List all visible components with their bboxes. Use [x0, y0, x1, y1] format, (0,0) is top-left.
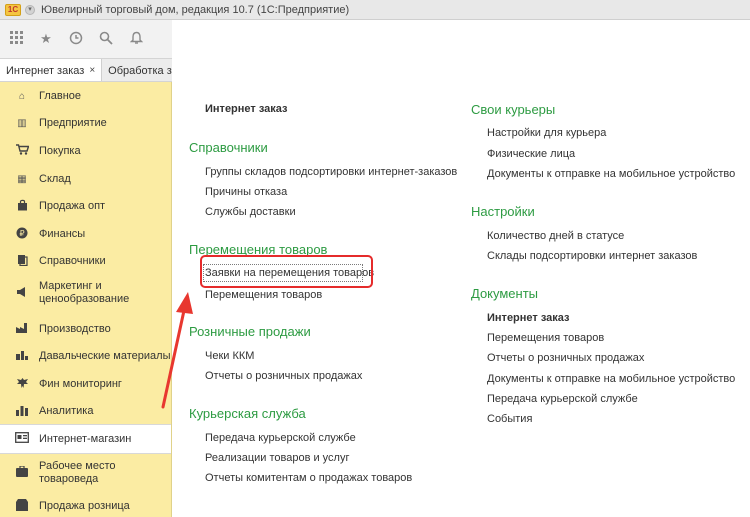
link-mobile-documents[interactable]: Документы к отправке на мобильное устрой… [487, 168, 735, 180]
link-restock-warehouses[interactable]: Склады подсортировки интернет заказов [487, 250, 697, 262]
section-title-settings: Настройки [471, 204, 535, 219]
sidebar-item-label: Главное [39, 89, 82, 102]
cart-icon [15, 144, 29, 158]
sidebar-item-main[interactable]: ⌂ Главное [0, 88, 171, 104]
link-doc-events[interactable]: События [487, 413, 532, 425]
bag-icon [15, 199, 29, 214]
sidebar-item-label: Продажа розница [39, 499, 130, 512]
link-days-in-status[interactable]: Количество дней в статусе [487, 230, 624, 242]
tab-label: Обработка за [108, 64, 172, 77]
apps-grid-icon[interactable] [8, 31, 24, 47]
building-icon: ▥ [17, 117, 27, 129]
sidebar-item-label: Маркетинг и ценообразование [39, 280, 130, 305]
sidebar-item-marketing[interactable]: Маркетинг и ценообразование [0, 278, 171, 308]
link-commission-reports[interactable]: Отчеты комитентам о продажах товаров [205, 472, 412, 484]
sidebar-item-label: Производство [39, 322, 111, 335]
sidebar-item-references[interactable]: Справочники [0, 253, 171, 269]
sidebar-item-workplace[interactable]: Рабочее место товароведа [0, 458, 171, 488]
sidebar-item-label: Фин мониторинг [39, 377, 122, 390]
sidebar-item-analytics[interactable]: Аналитика [0, 403, 171, 419]
tab-label: Интернет заказ [6, 64, 85, 77]
link-internet-order[interactable]: Интернет заказ [205, 103, 288, 115]
sidebar-item-label: Продажа опт [39, 199, 106, 212]
link-doc-retail-reports[interactable]: Отчеты о розничных продажах [487, 352, 644, 364]
link-kkm-receipts[interactable]: Чеки ККМ [205, 350, 254, 362]
sidebar-item-label: Финансы [39, 227, 86, 240]
sidebar-item-finance[interactable]: ₽ Финансы [0, 226, 171, 242]
tab-processing[interactable]: Обработка за [102, 59, 172, 81]
search-icon[interactable] [98, 31, 114, 48]
link-courier-settings[interactable]: Настройки для курьера [487, 127, 606, 139]
sidebar-item-retail[interactable]: Продажа розница [0, 498, 171, 514]
focus-outline [203, 264, 363, 282]
sidebar-item-enterprise[interactable]: ▥ Предприятие [0, 115, 171, 131]
sidebar-item-webshop[interactable]: Интернет-магазин [0, 424, 171, 454]
link-doc-mobile-documents[interactable]: Документы к отправке на мобильное устрой… [487, 373, 735, 385]
sidebar-item-label: Рабочее место товароведа [39, 460, 116, 485]
window-title: Ювелирный торговый дом, редакция 10.7 (1… [41, 3, 350, 16]
eagle-icon [15, 377, 29, 392]
sidebar-item-label: Склад [39, 172, 71, 185]
factory-icon [15, 322, 29, 337]
svg-text:₽: ₽ [19, 229, 24, 238]
sidebar-item-label: Давальческие материалы [39, 349, 171, 362]
marketing-icon [15, 286, 29, 301]
sidebar-item-wholesale[interactable]: Продажа опт [0, 198, 171, 214]
webshop-icon [15, 432, 29, 446]
link-courier-handover[interactable]: Передача курьерской службе [205, 432, 356, 444]
home-icon: ⌂ [18, 90, 26, 102]
sidebar-item-materials[interactable]: Давальческие материалы [0, 348, 171, 364]
link-goods-transfers[interactable]: Перемещения товаров [205, 289, 322, 301]
sidebar-item-label: Предприятие [39, 116, 107, 129]
link-doc-courier-handover[interactable]: Передача курьерской службе [487, 393, 638, 405]
section-title-retail: Розничные продажи [189, 324, 311, 339]
star-icon[interactable]: ★ [38, 31, 54, 47]
book-icon [15, 254, 29, 269]
materials-icon [15, 349, 29, 364]
history-icon[interactable] [68, 31, 84, 48]
link-doc-goods-transfers[interactable]: Перемещения товаров [487, 332, 604, 344]
link-doc-internet-order[interactable]: Интернет заказ [487, 312, 570, 324]
workplace-icon [15, 464, 29, 481]
chart-icon [15, 404, 29, 419]
sidebar-item-label: Покупка [39, 144, 81, 157]
sidebar-item-warehouse[interactable]: ▦ Склад [0, 171, 171, 187]
close-icon[interactable]: × [89, 65, 95, 76]
link-goods-services-sales[interactable]: Реализации товаров и услуг [205, 452, 349, 464]
section-title-own-couriers: Свои курьеры [471, 102, 556, 117]
open-windows-tabs: Интернет заказ × Обработка за [0, 58, 172, 82]
section-title-references: Справочники [189, 140, 268, 155]
app-logo: 1C [5, 3, 21, 16]
sidebar-item-purchase[interactable]: Покупка [0, 143, 171, 159]
sidebar-item-label: Справочники [39, 254, 106, 267]
link-refusal-reasons[interactable]: Причины отказа [205, 186, 287, 198]
main-menu-icon[interactable]: ▾ [25, 4, 35, 15]
section-title-documents: Документы [471, 286, 539, 301]
sidebar-item-production[interactable]: Производство [0, 321, 171, 337]
section-title-courier-service: Курьерская служба [189, 406, 306, 421]
link-retail-reports[interactable]: Отчеты о розничных продажах [205, 370, 362, 382]
link-delivery-services[interactable]: Службы доставки [205, 206, 296, 218]
coin-icon: ₽ [15, 227, 29, 242]
sections-sidebar: ⌂ Главное ▥ Предприятие Покупка ▦ Склад … [0, 82, 172, 517]
retail-icon [15, 498, 29, 514]
title-bar: 1C ▾ Ювелирный торговый дом, редакция 10… [0, 0, 750, 20]
tab-internet-order[interactable]: Интернет заказ × [0, 59, 103, 81]
toolbar: ★ [0, 20, 172, 58]
sidebar-item-fin-monitoring[interactable]: Фин мониторинг [0, 376, 171, 392]
warehouse-icon: ▦ [17, 173, 27, 185]
sidebar-item-label: Аналитика [39, 404, 94, 417]
sidebar-item-label: Интернет-магазин [39, 432, 132, 445]
link-warehouse-groups[interactable]: Группы складов подсортировки интернет-за… [205, 166, 457, 178]
link-individuals[interactable]: Физические лица [487, 148, 575, 160]
bell-icon[interactable] [128, 31, 144, 48]
